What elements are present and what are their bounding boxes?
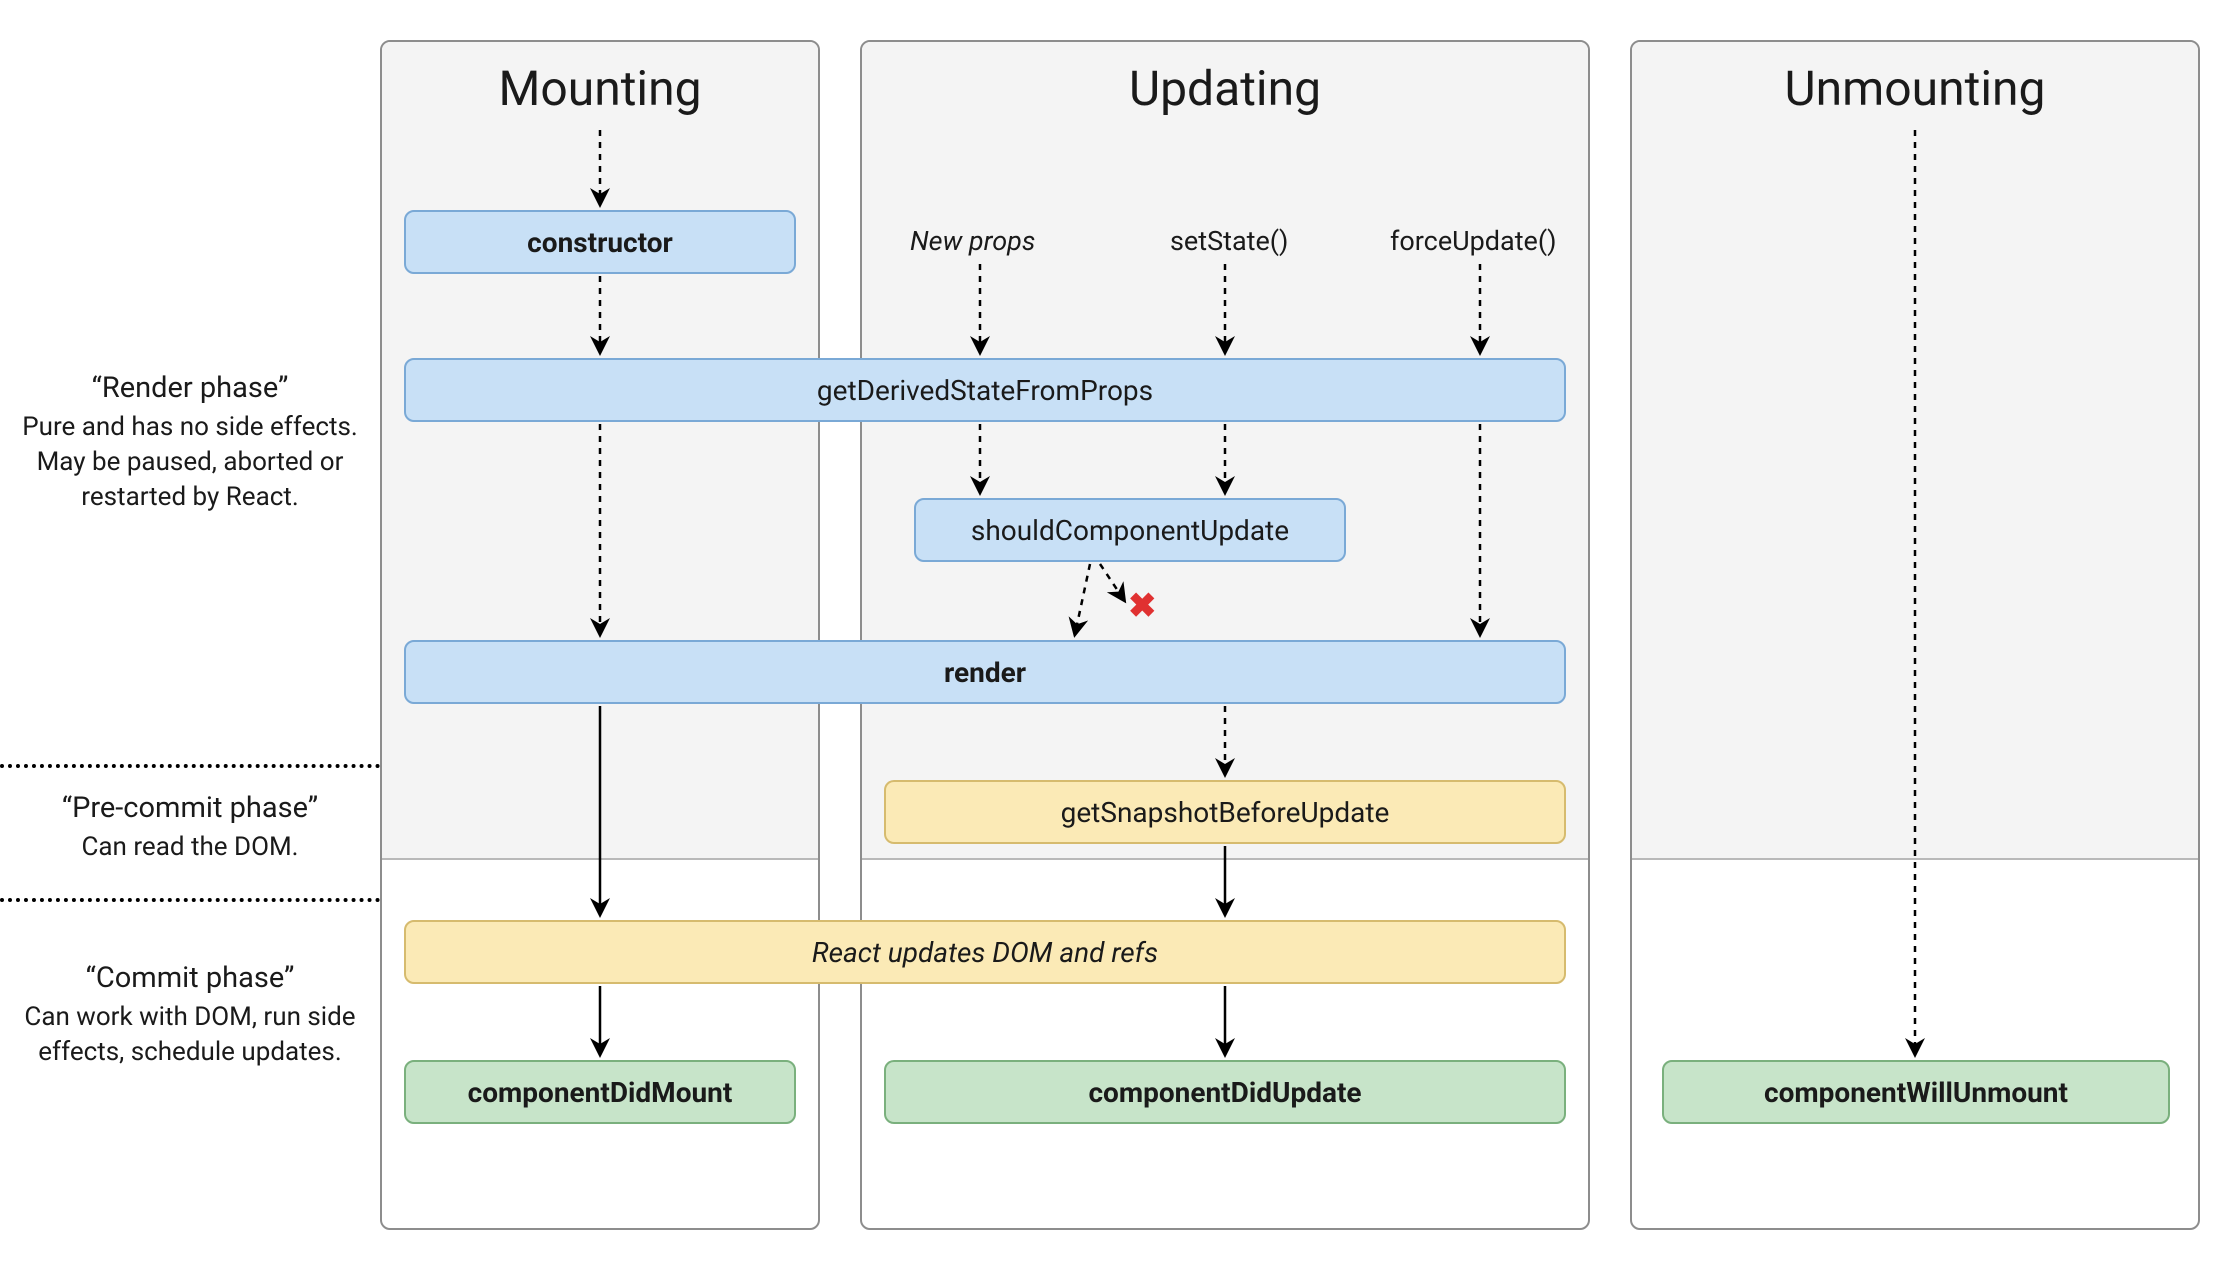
render-band-unmounting (1632, 42, 2198, 860)
box-component-will-unmount: componentWillUnmount (1662, 1060, 2170, 1124)
box-component-did-update: componentDidUpdate (884, 1060, 1566, 1124)
trigger-force-update: forceUpdate() (1390, 225, 1557, 257)
trigger-new-props: New props (910, 225, 1035, 257)
box-constructor: constructor (404, 210, 796, 274)
column-unmounting-header: Unmounting (1632, 60, 2198, 117)
box-component-did-mount: componentDidMount (404, 1060, 796, 1124)
phase-precommit-desc: Can read the DOM. (0, 830, 380, 865)
phase-precommit-title: “Pre-commit phase” (0, 790, 380, 826)
phase-precommit-label: “Pre-commit phase” Can read the DOM. (0, 790, 380, 865)
box-render: render (404, 640, 1566, 704)
box-get-snapshot-before-update: getSnapshotBeforeUpdate (884, 780, 1566, 844)
react-lifecycle-diagram: “Render phase” Pure and has no side effe… (0, 0, 2236, 1270)
phase-render-desc: Pure and has no side effects. May be pau… (0, 410, 380, 515)
render-band-updating (862, 42, 1588, 860)
phase-commit-desc: Can work with DOM, run side effects, sch… (0, 1000, 380, 1070)
stop-update-icon: ✖ (1128, 586, 1157, 626)
column-unmounting: Unmounting (1630, 40, 2200, 1230)
phase-render-label: “Render phase” Pure and has no side effe… (0, 370, 380, 516)
column-mounting-header: Mounting (382, 60, 818, 117)
column-updating-header: Updating (862, 60, 1588, 117)
trigger-set-state: setState() (1170, 225, 1288, 257)
box-react-updates-dom: React updates DOM and refs (404, 920, 1566, 984)
phase-divider-1 (0, 764, 380, 768)
box-get-derived-state-from-props: getDerivedStateFromProps (404, 358, 1566, 422)
column-updating: Updating (860, 40, 1590, 1230)
phase-divider-2 (0, 898, 380, 902)
phase-commit-label: “Commit phase” Can work with DOM, run si… (0, 960, 380, 1070)
phase-render-title: “Render phase” (0, 370, 380, 406)
render-band-mounting (382, 42, 818, 860)
phase-commit-title: “Commit phase” (0, 960, 380, 996)
box-should-component-update: shouldComponentUpdate (914, 498, 1346, 562)
